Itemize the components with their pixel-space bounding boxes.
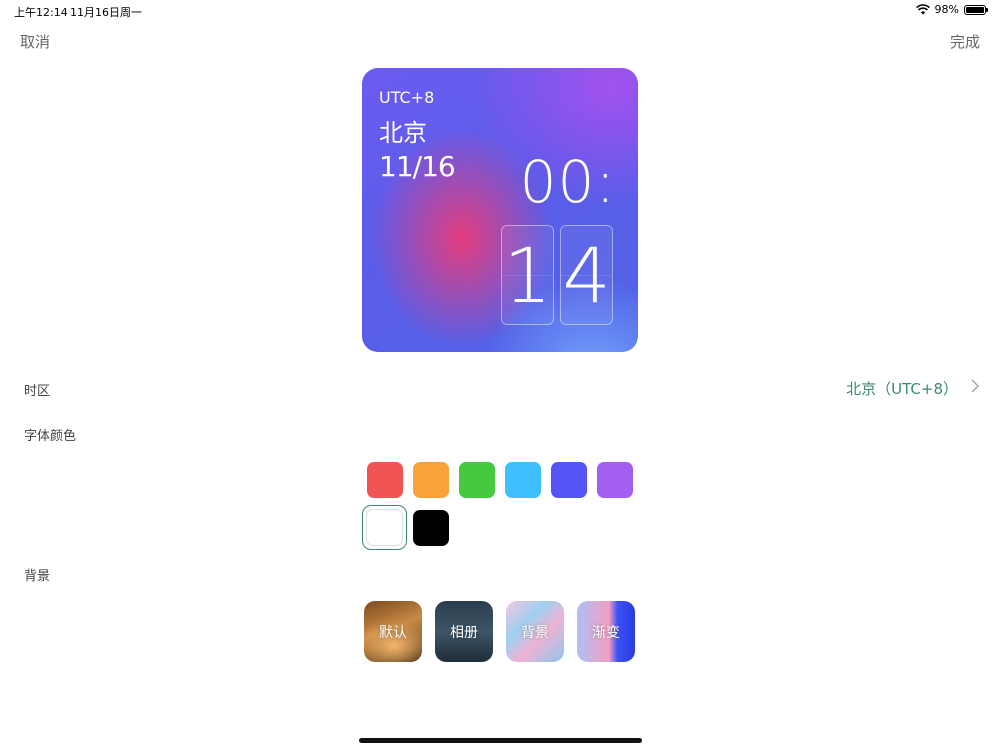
background-option-default[interactable]: 默认 (364, 601, 422, 662)
color-swatch-purple[interactable] (597, 462, 633, 498)
clock-widget-preview: UTC+8 北京 11/16 00: 1 4 (362, 68, 638, 352)
background-option-label: 默认 (379, 624, 407, 641)
background-option-label: 相册 (450, 624, 478, 641)
font-color-label: 字体颜色 (24, 429, 77, 444)
background-option-background[interactable]: 背景 (506, 601, 564, 662)
widget-city: 北京 (379, 119, 427, 147)
color-swatch-green[interactable] (459, 462, 495, 498)
status-bar: 上午12:14 11月16日周一 98% (0, 0, 1000, 20)
status-time: 上午12:14 (14, 6, 68, 19)
widget-hours: 00: (519, 148, 616, 216)
color-swatch-red[interactable] (367, 462, 403, 498)
status-indicators: 98% (915, 3, 988, 16)
widget-utc-offset: UTC+8 (379, 88, 435, 107)
battery-icon (964, 4, 988, 15)
background-label: 背景 (24, 569, 51, 584)
done-button[interactable]: 完成 (950, 31, 980, 52)
status-date: 11月16日周一 (70, 6, 142, 19)
color-swatch-white-selected[interactable] (362, 505, 407, 550)
battery-level (966, 6, 984, 13)
cancel-button[interactable]: 取消 (20, 31, 50, 52)
color-swatch-white (366, 509, 403, 546)
background-option-album[interactable]: 相册 (435, 601, 493, 662)
card-split-line (561, 275, 612, 276)
timezone-value[interactable]: 北京（UTC+8） (846, 378, 958, 399)
background-option-gradient[interactable]: 渐变 (577, 601, 635, 662)
color-swatch-orange[interactable] (413, 462, 449, 498)
widget-minute-card-2: 4 (560, 225, 613, 325)
chevron-right-icon[interactable] (968, 378, 982, 394)
battery-percent: 98% (934, 3, 959, 16)
home-indicator[interactable] (359, 738, 642, 743)
color-swatch-black[interactable] (413, 510, 449, 546)
widget-minute-card-1: 1 (501, 225, 554, 325)
card-split-line (502, 275, 553, 276)
wifi-icon (915, 4, 930, 15)
color-swatch-blue[interactable] (551, 462, 587, 498)
timezone-label: 时区 (24, 384, 51, 399)
background-option-label: 背景 (521, 624, 549, 641)
color-swatch-cyan[interactable] (505, 462, 541, 498)
widget-date: 11/16 (379, 150, 456, 183)
background-option-label: 渐变 (592, 624, 620, 641)
